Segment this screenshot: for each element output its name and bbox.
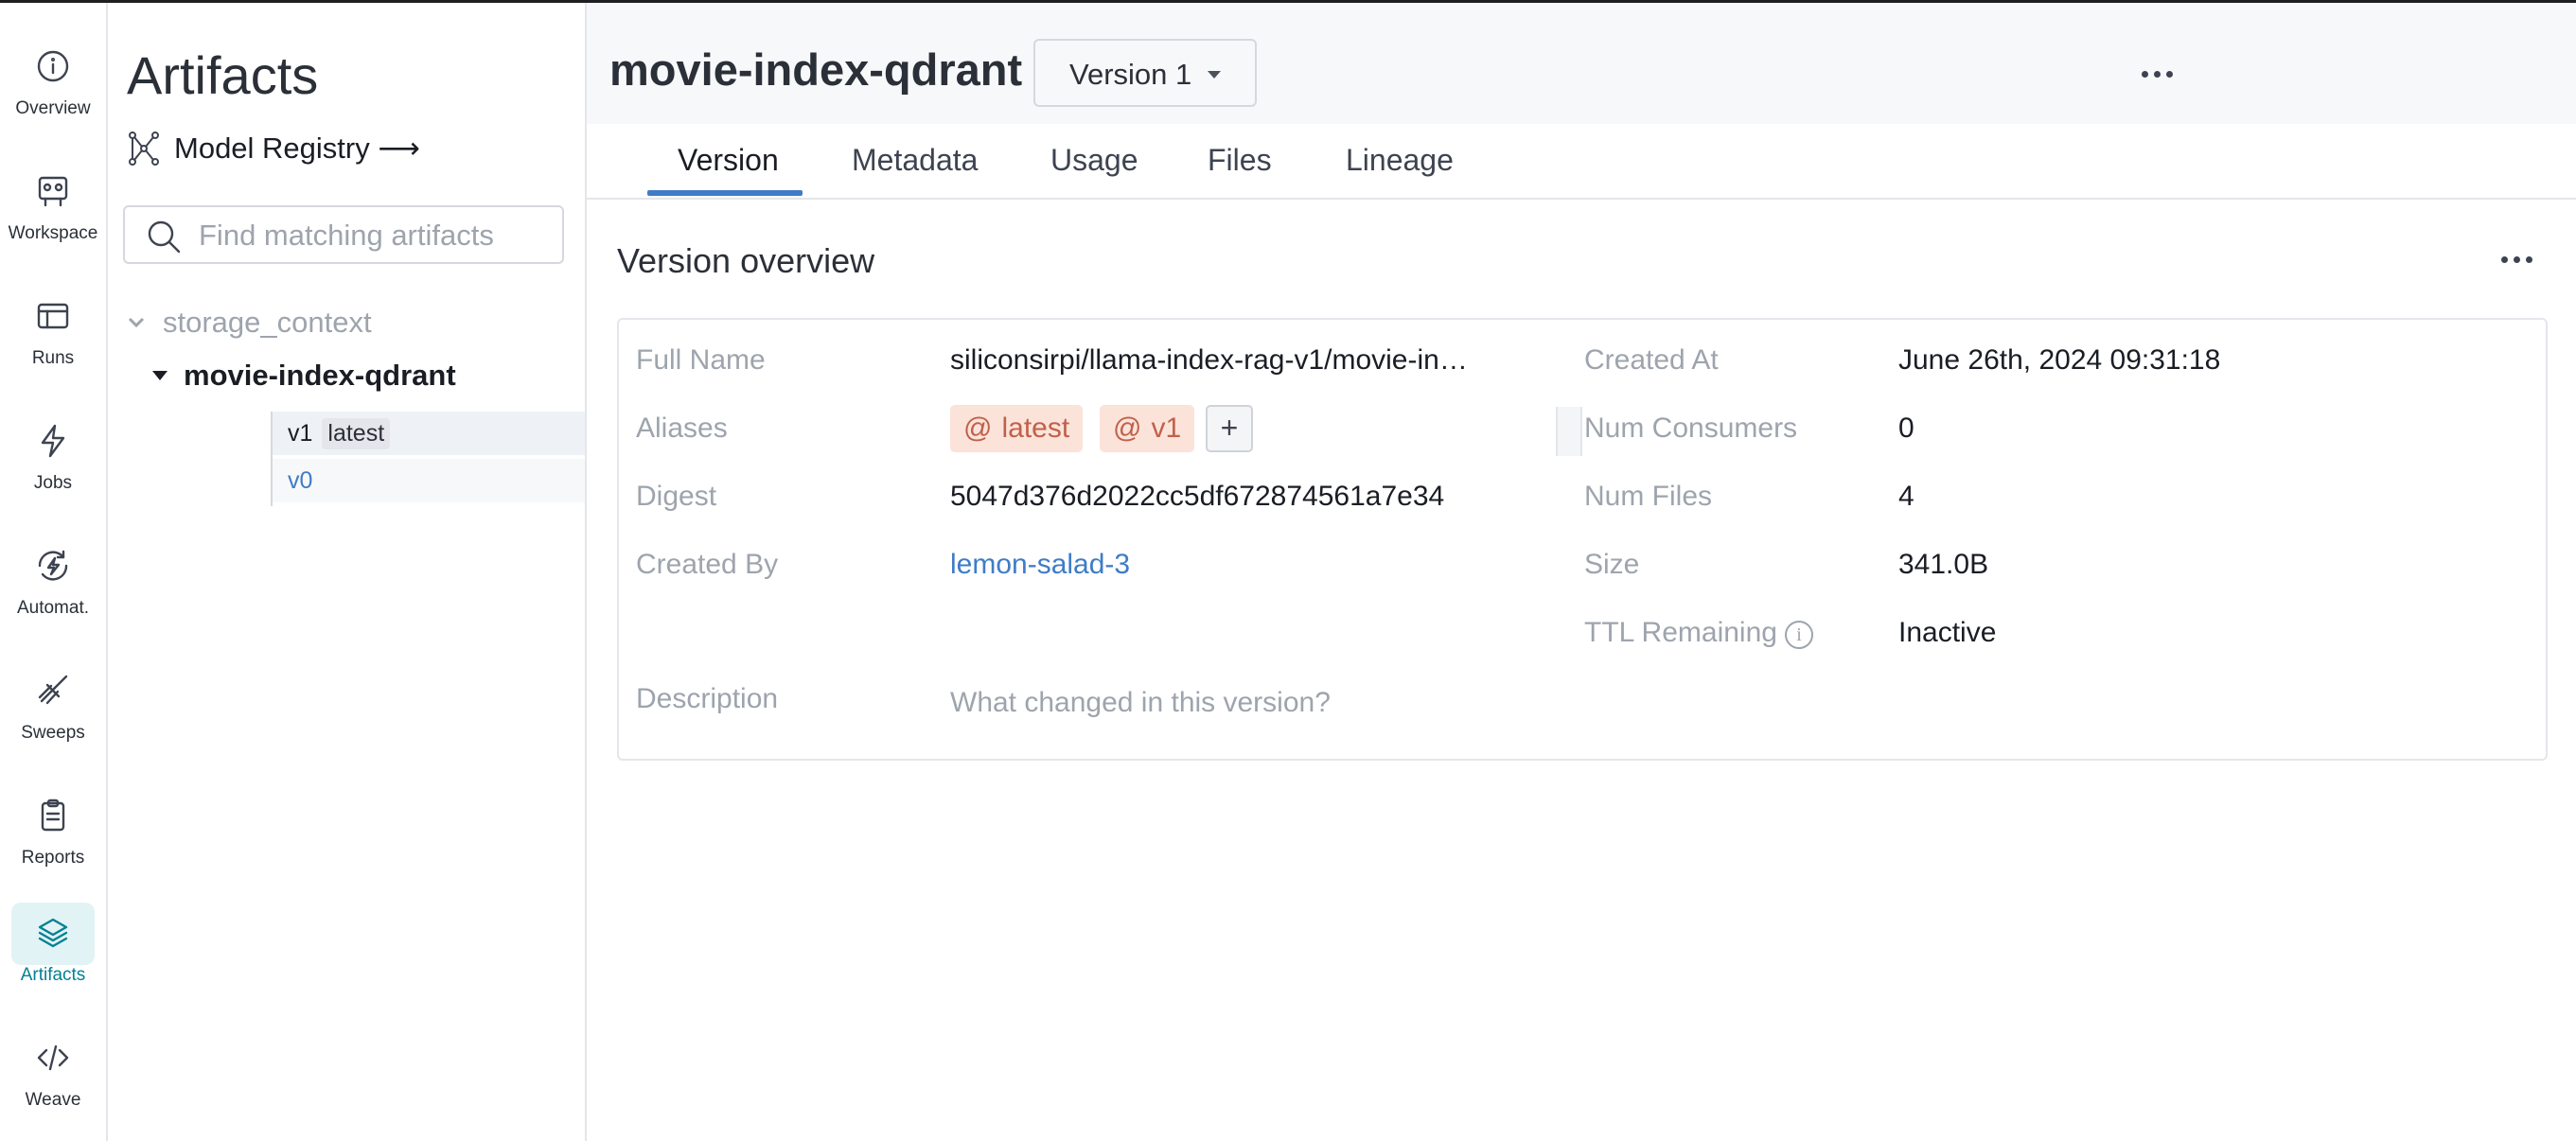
ttl-value: Inactive (1898, 617, 1997, 648)
broom-icon (38, 675, 68, 705)
tab-version[interactable]: Version (678, 143, 779, 178)
version-dropdown[interactable]: Version 1 (1033, 39, 1257, 107)
description-label: Description (636, 683, 779, 714)
model-registry-icon (129, 132, 159, 166)
nav-label: Jobs (33, 473, 73, 493)
nav-label: Overview (15, 98, 91, 118)
created-by-link[interactable]: lemon-salad-3 (950, 549, 1130, 581)
size-label: Size (1584, 549, 1640, 580)
num-files-label: Num Files (1584, 481, 1713, 512)
artifacts-panel: Artifacts Model Registry ⟶ storage_conte… (108, 3, 587, 1141)
more-dot (2166, 71, 2173, 78)
caret-down-icon (1208, 71, 1221, 79)
nav-reports[interactable]: Reports (0, 785, 106, 889)
full-name-value: siliconsirpi/llama-index-rag-v1/movie-in… (950, 344, 1468, 376)
nav-weave[interactable]: Weave (0, 1027, 106, 1132)
clipboard-icon (41, 799, 65, 832)
description-input[interactable]: What changed in this version? (950, 687, 1331, 719)
workspace-icon (38, 176, 68, 207)
artifact-search (123, 205, 564, 264)
model-registry-link[interactable]: Model Registry ⟶ (127, 126, 420, 171)
nav-label: Reports (21, 848, 85, 868)
nav-label: Runs (31, 348, 75, 368)
nav-workspace[interactable]: Workspace (0, 161, 106, 265)
nav-overview[interactable]: Overview (0, 36, 106, 140)
at-icon: @ (1113, 413, 1142, 444)
nav-artifacts[interactable]: Artifacts (0, 903, 106, 1007)
automation-icon (38, 550, 68, 581)
num-consumers-value: 0 (1898, 413, 1914, 444)
table-icon (37, 303, 69, 329)
version-name: v0 (288, 466, 313, 494)
caret-down-icon (152, 371, 168, 380)
digest-value: 5047d376d2022cc5df672874561a7e34 (950, 481, 1445, 512)
layers-icon (38, 918, 68, 948)
version-name: v1 (288, 419, 313, 447)
more-dot (2526, 256, 2532, 263)
nav-label: Weave (25, 1090, 81, 1110)
artifact-tabs: Version Metadata Usage Files Lineage (587, 124, 2576, 200)
version-dropdown-label: Version 1 (1069, 58, 1192, 91)
at-icon: @ (963, 413, 993, 444)
add-alias-button[interactable]: + (1206, 405, 1253, 452)
num-files-value: 4 (1898, 481, 1914, 512)
alias-text: v1 (1151, 413, 1182, 444)
artifact-header: movie-index-qdrant Version 1 (587, 3, 2576, 124)
tree-node-label: storage_context (163, 306, 372, 339)
artifact-title: movie-index-qdrant (609, 44, 1023, 95)
tree-node-storage-context[interactable]: storage_context (127, 302, 372, 343)
created-at-value: June 26th, 2024 09:31:18 (1898, 344, 2221, 376)
panel-title: Artifacts (127, 45, 319, 105)
search-input[interactable] (197, 207, 551, 264)
nav-label: Artifacts (20, 965, 86, 985)
nav-jobs[interactable]: Jobs (0, 411, 106, 515)
column-resize-handle[interactable] (1556, 407, 1582, 456)
nav-label: Sweeps (21, 723, 85, 743)
nav-runs[interactable]: Runs (0, 286, 106, 390)
active-tab-underline (647, 190, 803, 196)
section-title: Version overview (617, 241, 875, 280)
nav-sweeps[interactable]: Sweeps (0, 660, 106, 764)
info-circle-icon (37, 50, 69, 82)
tab-files[interactable]: Files (1208, 143, 1272, 178)
tab-metadata[interactable]: Metadata (852, 143, 978, 178)
alias-text: latest (1001, 413, 1070, 444)
ttl-label: TTL Remaining (1584, 617, 1777, 648)
tab-usage[interactable]: Usage (1050, 143, 1138, 178)
version-overview-card: Full Name siliconsirpi/llama-index-rag-v… (617, 318, 2548, 761)
tree-node-movie-index-qdrant[interactable]: movie-index-qdrant (151, 355, 456, 396)
section-more-button[interactable] (2498, 245, 2536, 273)
tree-node-label: movie-index-qdrant (184, 359, 456, 392)
code-icon (37, 1044, 69, 1071)
search-icon (148, 220, 181, 254)
more-dots-icon (2501, 256, 2508, 263)
created-at-label: Created At (1584, 344, 1719, 376)
info-icon[interactable]: i (1785, 621, 1813, 649)
digest-label: Digest (636, 481, 717, 512)
alias-v1[interactable]: @ v1 (1100, 405, 1195, 452)
tab-lineage[interactable]: Lineage (1346, 143, 1454, 178)
nav-rail: Overview Workspace Runs Jobs Automat. Sw… (0, 3, 108, 1141)
version-item-v1[interactable]: v1 latest (273, 412, 585, 455)
version-item-v0[interactable]: v0 (273, 459, 585, 502)
created-by-label: Created By (636, 549, 779, 580)
more-dot (2154, 71, 2161, 78)
version-alias-tag: latest (322, 417, 391, 449)
full-name-label: Full Name (636, 344, 766, 376)
chevron-down-icon (128, 317, 145, 328)
alias-latest[interactable]: @ latest (950, 405, 1084, 452)
nav-label: Automat. (16, 598, 90, 618)
model-registry-label: Model Registry ⟶ (174, 132, 420, 165)
aliases-label: Aliases (636, 413, 728, 444)
num-consumers-label: Num Consumers (1584, 413, 1798, 444)
lightning-icon (41, 424, 65, 458)
more-dot (2514, 256, 2520, 263)
nav-label: Workspace (8, 223, 98, 243)
size-value: 341.0B (1898, 549, 1989, 580)
more-dots-icon (2142, 71, 2148, 78)
nav-automations[interactable]: Automat. (0, 535, 106, 640)
header-more-button[interactable] (2139, 60, 2177, 88)
